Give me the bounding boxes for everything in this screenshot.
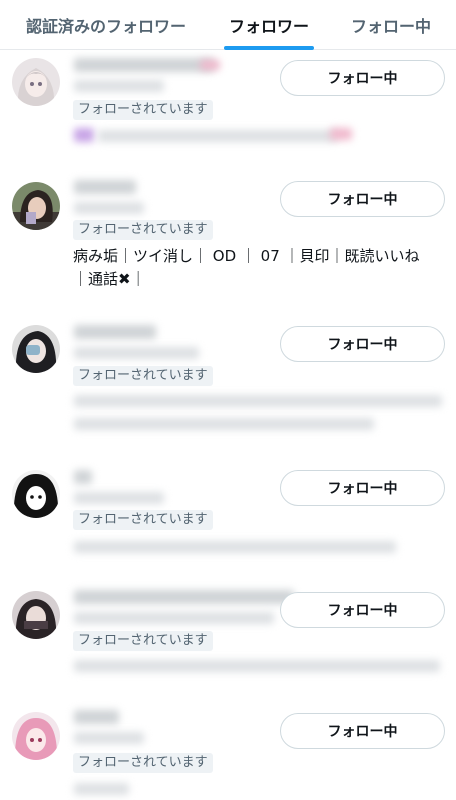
blurred-display-name [74, 180, 136, 194]
blurred-display-name [74, 470, 92, 484]
tab-followers[interactable]: フォロワー [212, 0, 326, 49]
follows-you-badge: フォローされています [73, 631, 213, 651]
blurred-bio [98, 130, 338, 142]
blurred-display-name [74, 58, 214, 72]
follower-row[interactable]: フォローされています フォロー中 [0, 315, 456, 450]
blurred-handle [74, 202, 144, 214]
following-button[interactable]: フォロー中 [280, 470, 445, 506]
bio-text: 病み垢｜ツイ消し｜ OD ｜ 07 ｜貝印｜既読いいね ｜通話✖︎｜ [73, 245, 443, 291]
avatar[interactable] [12, 58, 60, 106]
bio-line: 病み垢｜ツイ消し｜ OD ｜ 07 ｜貝印｜既読いいね [73, 247, 420, 265]
tab-following[interactable]: フォロー中 [326, 0, 456, 49]
blurred-bio-emoji [74, 128, 94, 142]
following-button[interactable]: フォロー中 [280, 181, 445, 217]
follower-row[interactable]: フォローされています フォロー中 病み垢｜ツイ消し｜ OD ｜ 07 ｜貝印｜既… [0, 170, 456, 300]
bio-line: ｜通話✖︎｜ [73, 270, 146, 288]
follows-you-badge: フォローされています [73, 100, 213, 120]
avatar[interactable] [12, 591, 60, 639]
blurred-bio [74, 541, 396, 553]
follows-you-badge: フォローされています [73, 510, 213, 530]
avatar[interactable] [12, 470, 60, 518]
blurred-handle [74, 492, 164, 504]
follows-you-badge: フォローされています [73, 753, 213, 773]
follower-row[interactable]: フォローされています フォロー中 [0, 580, 456, 690]
follows-you-badge: フォローされています [73, 366, 213, 386]
blurred-handle [74, 612, 274, 624]
blurred-display-name [74, 590, 294, 604]
following-button[interactable]: フォロー中 [280, 326, 445, 362]
blurred-bio [74, 395, 442, 407]
follower-row[interactable]: フォローされています フォロー中 [0, 700, 456, 800]
tab-bar: 認証済みのフォロワー フォロワー フォロー中 [0, 0, 456, 50]
blurred-bio [74, 660, 440, 672]
blurred-handle [74, 732, 144, 744]
blurred-display-name [74, 325, 156, 339]
follows-you-badge: フォローされています [73, 220, 213, 240]
follower-row[interactable]: フォローされています フォロー中 [0, 460, 456, 575]
blurred-bio [74, 418, 374, 430]
following-button[interactable]: フォロー中 [280, 60, 445, 96]
blurred-bio-emoji [330, 128, 352, 140]
blurred-bio [74, 783, 129, 795]
blurred-handle [74, 80, 164, 92]
blurred-handle [74, 347, 199, 359]
blurred-emoji [200, 60, 220, 70]
follower-row[interactable]: フォローされています フォロー中 [0, 50, 456, 170]
avatar[interactable] [12, 182, 60, 230]
following-button[interactable]: フォロー中 [280, 713, 445, 749]
tab-verified-followers[interactable]: 認証済みのフォロワー [0, 0, 212, 49]
blurred-display-name [74, 710, 119, 724]
following-button[interactable]: フォロー中 [280, 592, 445, 628]
avatar[interactable] [12, 325, 60, 373]
avatar[interactable] [12, 712, 60, 760]
